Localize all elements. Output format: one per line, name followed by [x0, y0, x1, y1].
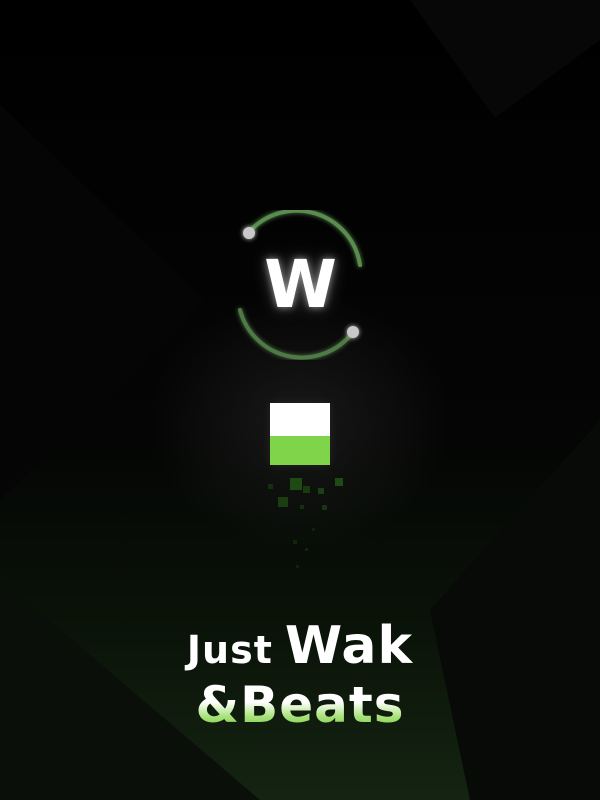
particle: [293, 540, 297, 544]
particle: [318, 488, 324, 494]
particle: [278, 497, 288, 507]
splash-screen: W Just Wak &Beats: [0, 0, 600, 800]
particle: [322, 505, 327, 510]
title-word-beats: &Beats: [195, 676, 405, 734]
particle: [303, 486, 310, 493]
title-word-wak: Wak: [284, 616, 414, 676]
particle: [300, 505, 304, 509]
particle: [268, 484, 273, 489]
particle: [335, 478, 343, 486]
title-line-1: Just Wak: [0, 616, 600, 676]
particle: [305, 548, 308, 551]
title-line-2: &Beats: [0, 676, 600, 734]
game-title: Just Wak &Beats: [0, 610, 600, 750]
particle: [290, 478, 302, 490]
particle: [296, 565, 299, 568]
particle: [312, 528, 315, 531]
title-word-just: Just: [186, 628, 273, 672]
